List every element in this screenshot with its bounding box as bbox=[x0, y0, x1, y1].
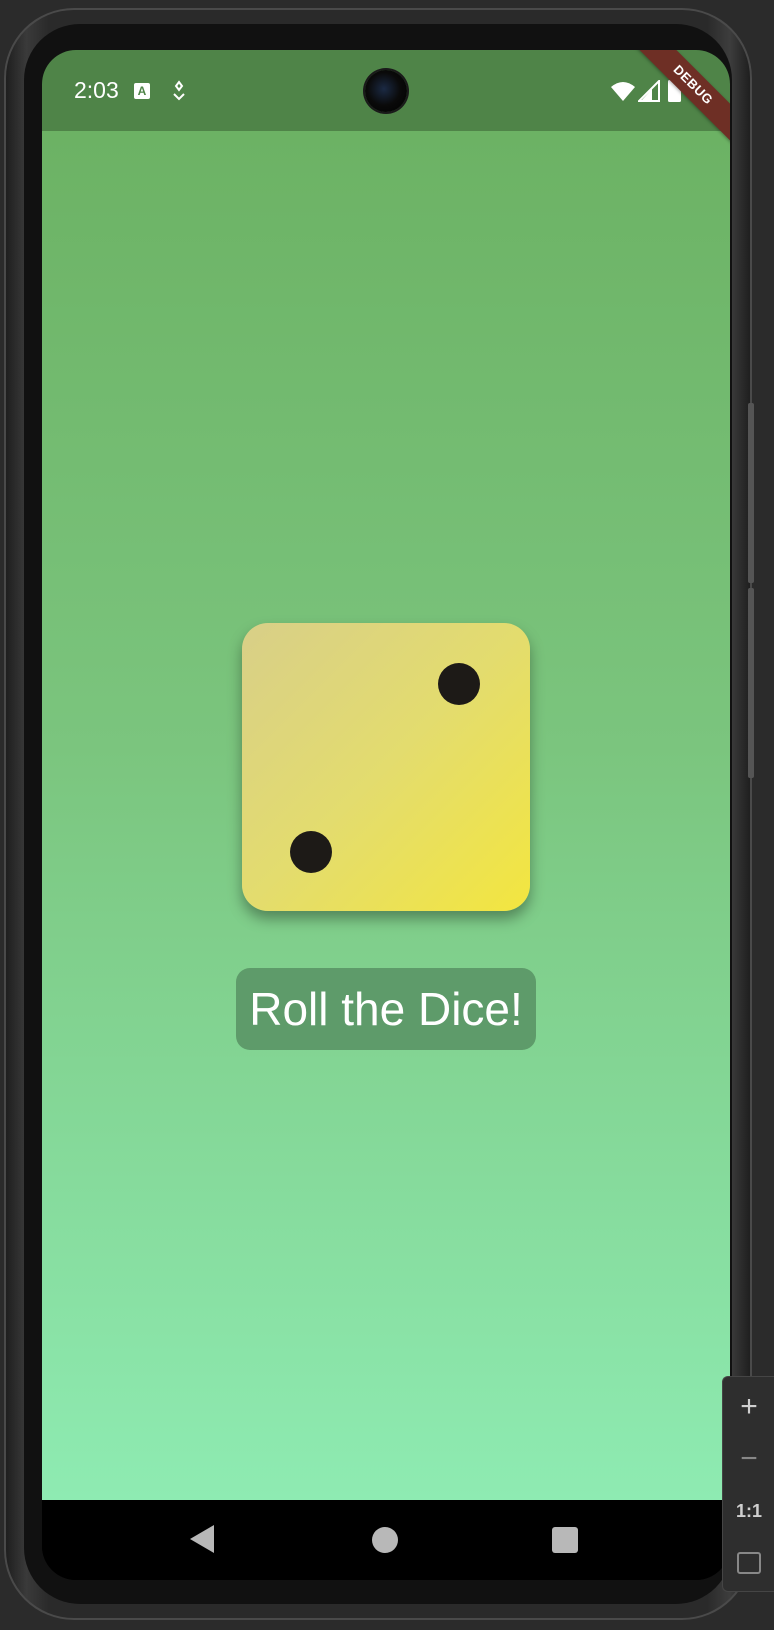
navigation-bar bbox=[42, 1500, 730, 1580]
roll-dice-button[interactable]: Roll the Dice! bbox=[236, 968, 536, 1050]
accessibility-icon bbox=[173, 80, 185, 101]
text-a-icon: A bbox=[134, 83, 150, 99]
zoom-reset-button[interactable]: 1:1 bbox=[723, 1485, 774, 1537]
fit-screen-icon[interactable] bbox=[723, 1537, 774, 1589]
zoom-in-icon[interactable]: + bbox=[723, 1381, 774, 1433]
status-time: 2:03 bbox=[74, 77, 119, 103]
status-bar: 2:03 A DEBUG bbox=[42, 50, 730, 155]
app-body: Roll the Dice! bbox=[42, 131, 730, 1500]
dice-pip bbox=[290, 831, 332, 873]
dice-pip bbox=[438, 663, 480, 705]
front-camera bbox=[365, 70, 407, 112]
dice-face[interactable] bbox=[242, 623, 530, 911]
volume-button bbox=[748, 588, 754, 778]
recents-icon[interactable] bbox=[552, 1527, 578, 1553]
zoom-out-icon[interactable]: − bbox=[723, 1433, 774, 1485]
phone-screen: 2:03 A DEBUG Roll the Dice! bbox=[42, 50, 730, 1580]
signal-icon bbox=[638, 80, 660, 102]
power-button bbox=[748, 403, 754, 583]
emulator-zoom-panel: + − 1:1 bbox=[722, 1376, 774, 1592]
home-icon[interactable] bbox=[372, 1527, 398, 1553]
wifi-icon bbox=[611, 82, 635, 101]
back-icon[interactable] bbox=[190, 1525, 214, 1553]
